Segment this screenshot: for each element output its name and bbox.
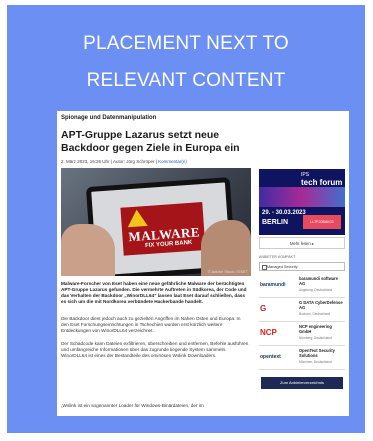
partner-location: Nürnberg, Deutschland [299,336,332,340]
article-paragraph: „Wslink ist ein sogenannter Loader für W… [61,403,204,408]
left-hand-illustration [61,224,115,276]
partner-logo: NCP [260,328,277,337]
malware-warning-screen: MALWARE FIX YOUR BANK [120,202,206,256]
category-filter[interactable]: Managed Security [259,262,345,271]
partner-name: G DATA CyberDefense AG [299,300,343,310]
article-hero-image: MALWARE FIX YOUR BANK © Adobe Stock / ES… [61,168,251,276]
ad-graphic [259,187,345,207]
warning-triangle-icon [126,208,148,228]
ad-code-badge: LLTF20BAK03 [303,215,341,229]
article-meta-text: 2. März 2023, 16:26 Uhr | Autor: Jörg Sc… [61,159,157,164]
event-banner-ad[interactable]: IPS tech forum 29. - 30.03.2023 BERLIN L… [259,169,345,235]
right-hand-illustration [201,220,251,276]
article-kicker: Spionage und Datenmanipulation [61,115,157,121]
image-credit: © Adobe Stock / ESET [207,269,248,274]
partner-name: NCP engineering GmbH [299,324,332,334]
partner-row[interactable]: baramundi baramundi software AG Augsburg… [259,273,345,298]
checkbox-icon[interactable] [262,265,267,270]
slide-title-line2: RELEVANT CONTENT [86,70,286,91]
filter-label: Managed Security [267,265,298,269]
ad-city: BERLIN [262,219,289,226]
ad-event-name: tech forum [301,178,343,187]
partner-row[interactable]: opentext OpenText Security Solutions Mün… [259,345,345,370]
webpage-screenshot: Spionage und Datenmanipulation APT-Grupp… [57,111,349,416]
slide-background: PLACEMENT NEXT TO RELEVANT CONTENT Spion… [7,5,365,433]
more-button[interactable]: Mehr lesen ▸ [259,237,345,249]
partner-row[interactable]: NCP NCP engineering GmbH Nürnberg, Deuts… [259,321,345,346]
article-paragraph: Der Schadcode kann Dateien exfiltrieren,… [61,341,249,359]
partner-logo: baramundi [260,282,286,288]
partner-location: München, Deutschland [299,360,332,364]
article-lead-paragraph: Malware-Forscher von Eset haben eine neu… [61,281,247,305]
article-meta: 2. März 2023, 16:26 Uhr | Autor: Jörg Sc… [61,159,187,164]
partner-logo: opentext [260,354,281,360]
partner-heading: ANBIETER KOMPAKT [259,255,296,259]
directory-button[interactable]: Zum Anbieterverzeichnis [261,377,343,389]
comments-link[interactable]: Kommentar(e) [158,159,187,164]
article-paragraph: Die Backdoor dient jedoch auch zu geziel… [61,316,241,334]
article-headline[interactable]: APT-Gruppe Lazarus setzt neue Backdoor g… [61,129,257,154]
slide-title-line1: PLACEMENT NEXT TO [83,33,289,54]
partner-location: Bochum, Deutschland [299,312,331,316]
partner-name: baramundi software AG [299,276,338,286]
ad-dates: 29. - 30.03.2023 [262,210,306,216]
partner-location: Augsburg, Deutschland [299,288,333,292]
partner-logo: G [260,304,267,313]
partner-name: OpenText Security Solutions [299,348,335,358]
partner-row[interactable]: G G DATA CyberDefense AG Bochum, Deutsch… [259,297,345,322]
